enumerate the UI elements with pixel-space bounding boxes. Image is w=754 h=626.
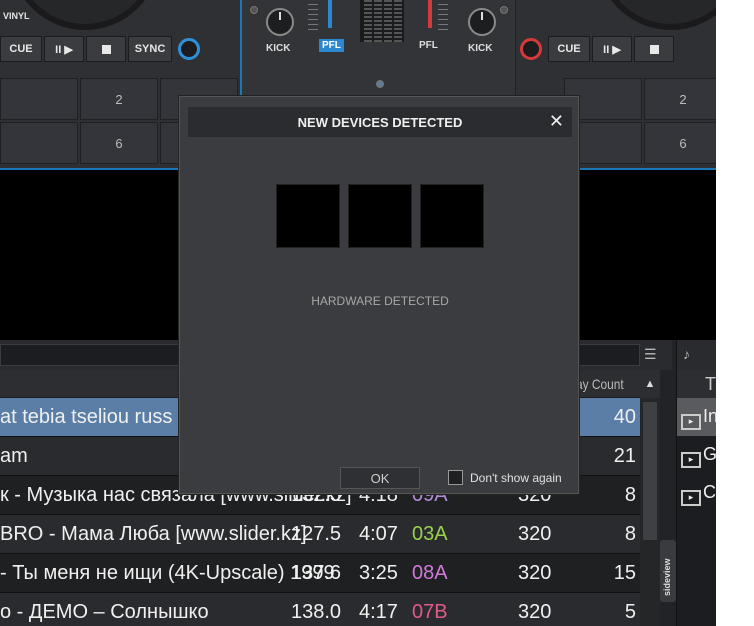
right-cue-button[interactable]: CUE: [548, 36, 590, 62]
track-bpm: 127.5: [291, 523, 342, 545]
side-list: Ti ▸In ▸Gl ▸Cl: [676, 370, 716, 626]
track-bitrate: 320: [518, 562, 552, 584]
track-title: BRO - Мама Люба [www.slider.kz]: [0, 523, 307, 545]
left-pad-1[interactable]: [0, 78, 78, 120]
track-bitrate: 320: [518, 601, 552, 623]
track-list-scrollbar[interactable]: ▲: [640, 370, 660, 626]
dialog-title: NEW DEVICES DETECTED: [297, 115, 463, 130]
track-length: 4:17: [359, 601, 398, 623]
kick-knob-right[interactable]: [468, 8, 496, 36]
stop-icon: [101, 44, 111, 54]
dont-show-again-label: Don't show again: [470, 470, 562, 485]
left-fader-scale: [308, 4, 318, 34]
track-length: 3:25: [359, 562, 398, 584]
track-bitrate: 320: [518, 523, 552, 545]
vinyl-mode-label[interactable]: VINYL: [3, 11, 30, 21]
column-header-playcount[interactable]: ay Count: [576, 376, 624, 392]
new-devices-dialog: NEW DEVICES DETECTED ✕ HARDWARE DETECTED…: [179, 96, 579, 494]
device-tiles: [276, 184, 484, 248]
device-tile: [420, 184, 484, 248]
device-tile: [276, 184, 340, 248]
right-channel-fader[interactable]: [428, 0, 432, 28]
track-length: 4:07: [359, 523, 398, 545]
ok-button[interactable]: OK: [340, 467, 420, 489]
close-icon[interactable]: ✕: [549, 111, 564, 132]
scrollbar-thumb[interactable]: [643, 402, 657, 540]
video-icon: ▸: [681, 490, 701, 506]
list-view-icon[interactable]: ☰: [644, 346, 666, 364]
track-row[interactable]: - Ты меня не ищи (4K-Upscale) 1999 137.6 3…: [0, 554, 640, 593]
track-title: о - ДЕМО – Солнышко: [0, 601, 209, 623]
side-list-item[interactable]: ▸ In: [677, 398, 716, 436]
right-sync-indicator[interactable]: [520, 38, 542, 60]
mixer-led-right: [500, 6, 508, 14]
kick-label-right: KICK: [468, 43, 493, 54]
pfl-right-button[interactable]: PFL: [416, 39, 441, 52]
sideview-tab[interactable]: sideview: [660, 540, 676, 602]
kick-label-left: KICK: [266, 43, 291, 54]
side-list-item[interactable]: ▸Gl: [677, 436, 716, 474]
crossfader-indicator: [376, 80, 384, 88]
track-playcount: 8: [624, 484, 636, 506]
right-fader-scale: [438, 4, 448, 34]
right-transport: CUE II ▶: [516, 36, 674, 62]
track-bpm: 137.6: [291, 562, 342, 584]
left-stop-button[interactable]: [86, 36, 126, 62]
device-tile: [348, 184, 412, 248]
side-list-header[interactable]: Ti: [677, 370, 716, 398]
track-title: am: [0, 445, 28, 467]
left-sync-indicator[interactable]: [178, 38, 200, 60]
video-icon: ▸: [681, 452, 701, 468]
right-hotcue-pads: 2 6: [564, 78, 716, 164]
dont-show-again-checkbox[interactable]: [448, 470, 463, 485]
kick-knob-left[interactable]: [266, 8, 294, 36]
track-playcount: 21: [613, 445, 636, 467]
left-jog-wheel[interactable]: [10, 0, 160, 30]
video-icon: ▸: [681, 414, 701, 430]
track-playcount: 8: [624, 523, 636, 545]
left-pad-6[interactable]: 6: [80, 122, 158, 164]
level-meters: [360, 0, 404, 42]
track-playcount: 15: [613, 562, 636, 584]
track-key: 08A: [412, 562, 448, 584]
right-stop-button[interactable]: [634, 36, 674, 62]
hardware-status-text: HARDWARE DETECTED: [311, 294, 449, 308]
side-panel-toolbar: ♪: [676, 340, 716, 370]
mixer-led-left: [250, 6, 258, 14]
left-pad-5[interactable]: [0, 122, 78, 164]
side-list-item[interactable]: ▸Cl: [677, 474, 716, 512]
right-pad-6[interactable]: 6: [644, 122, 716, 164]
track-title: at tebia tseliou russ: [0, 406, 173, 428]
pfl-left-button[interactable]: PFL: [319, 39, 344, 52]
right-pad-2[interactable]: 2: [644, 78, 716, 120]
track-key: 07B: [412, 601, 448, 623]
left-pad-2[interactable]: 2: [80, 78, 158, 120]
track-key: 03A: [412, 523, 448, 545]
track-bpm: 138.0: [291, 601, 342, 623]
left-channel-fader[interactable]: [328, 0, 332, 28]
left-cue-button[interactable]: CUE: [0, 36, 42, 62]
scroll-up-arrow-icon[interactable]: ▲: [640, 370, 660, 398]
music-note-icon[interactable]: ♪: [683, 346, 690, 362]
left-sync-button[interactable]: SYNC: [128, 36, 172, 62]
right-play-pause-button[interactable]: II ▶: [592, 36, 632, 62]
stop-icon: [649, 44, 659, 54]
left-transport: CUE II ▶ SYNC: [0, 36, 204, 62]
track-playcount: 40: [613, 406, 636, 428]
left-play-pause-button[interactable]: II ▶: [44, 36, 84, 62]
dont-show-again-option[interactable]: Don't show again: [448, 470, 562, 485]
track-row[interactable]: BRO - Мама Люба [www.slider.kz] 127.5 4:07…: [0, 515, 640, 554]
track-row[interactable]: о - ДЕМО – Солнышко 138.0 4:17 07B 320 5: [0, 593, 640, 626]
track-playcount: 5: [624, 601, 636, 623]
track-title: - Ты меня не ищи (4K-Upscale) 1999: [0, 562, 335, 584]
dialog-header: NEW DEVICES DETECTED ✕: [188, 107, 572, 137]
right-jog-wheel[interactable]: [596, 0, 716, 30]
